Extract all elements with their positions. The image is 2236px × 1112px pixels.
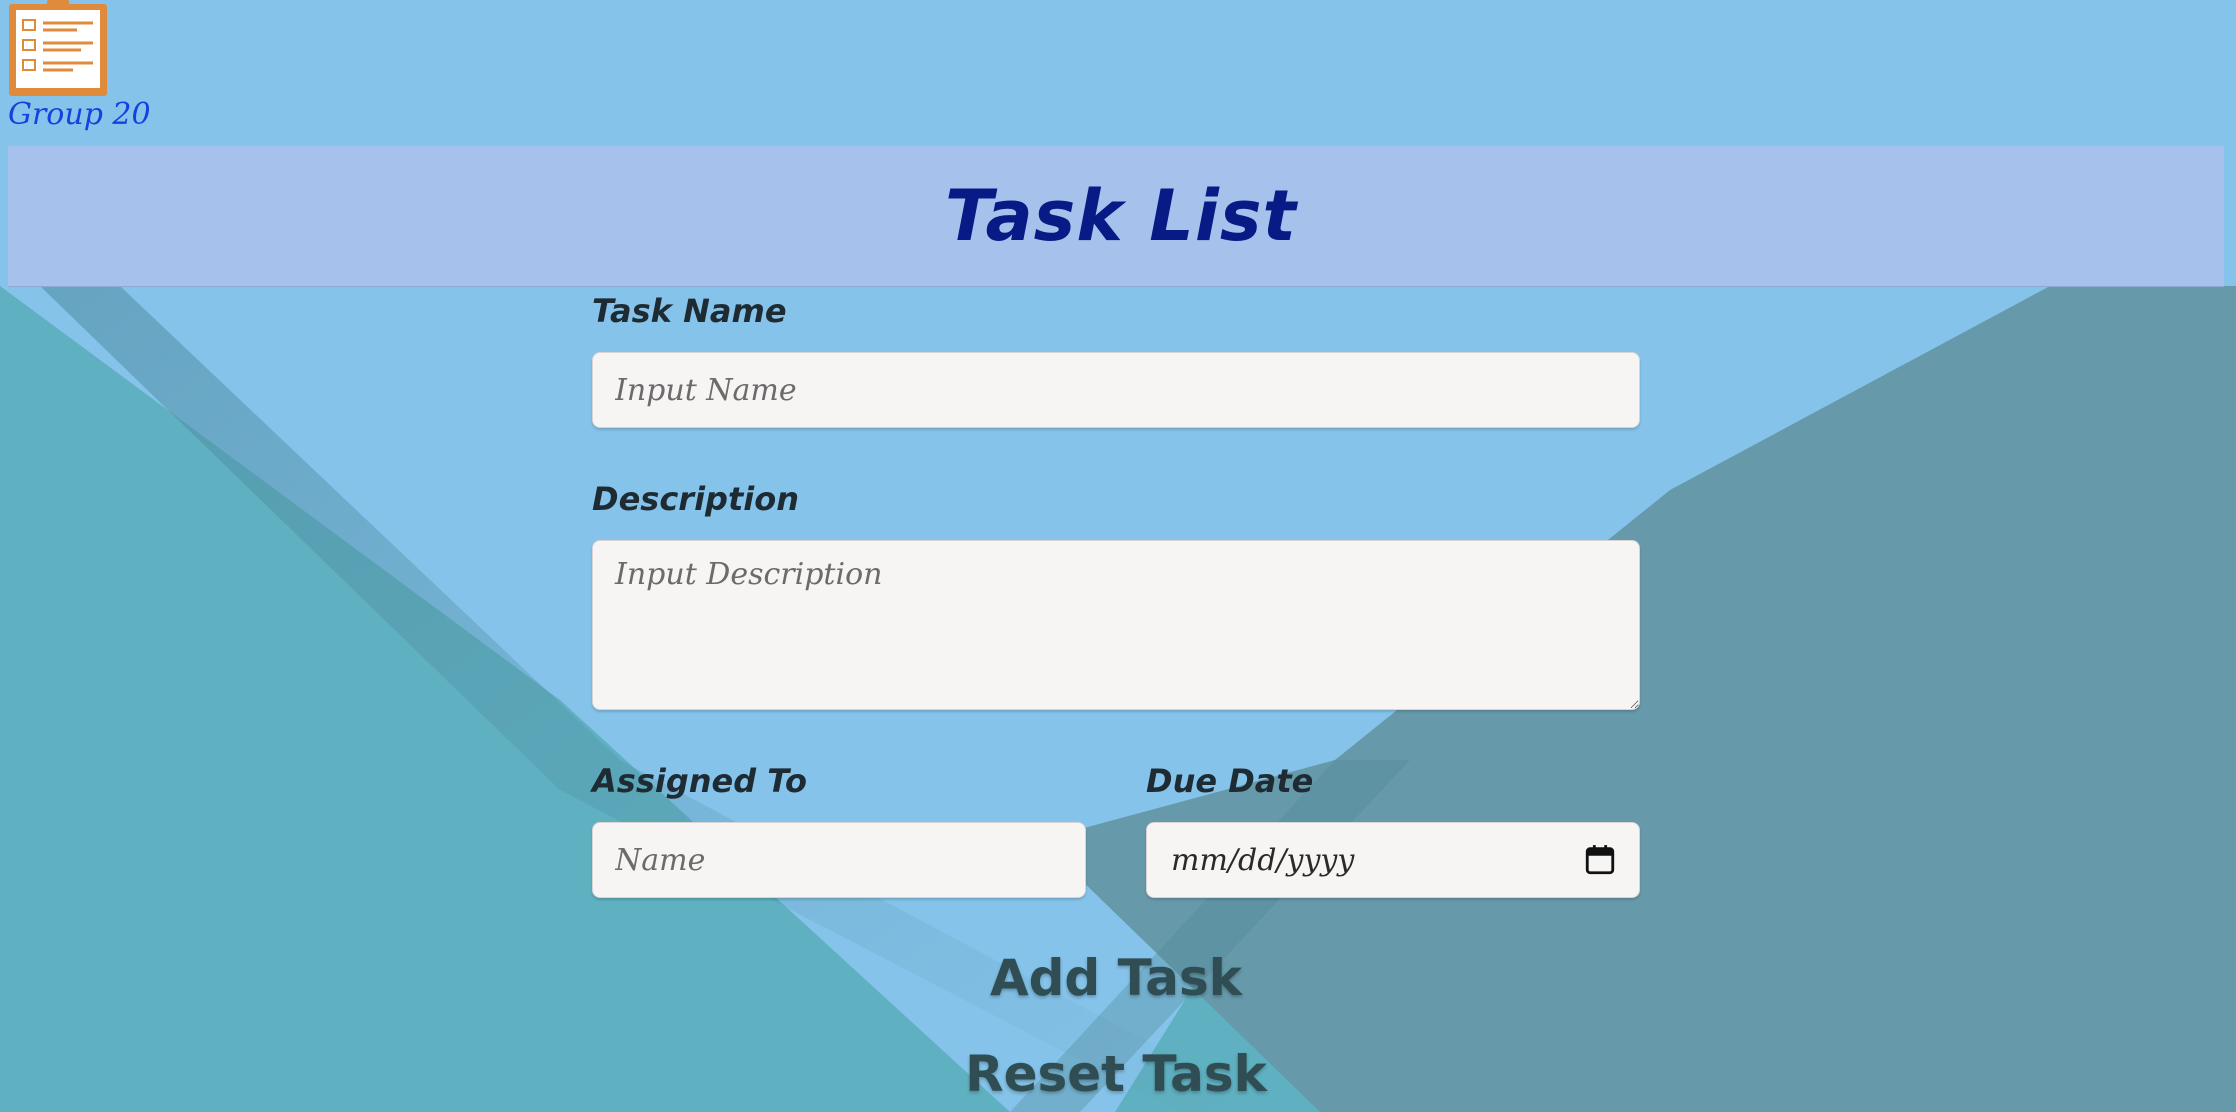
task-name-input[interactable] bbox=[592, 352, 1640, 428]
due-date-input[interactable]: mm/dd/yyyy bbox=[1146, 822, 1640, 898]
task-form: Task Name Description Assigned To Due Da… bbox=[562, 286, 1670, 1103]
calendar-icon[interactable] bbox=[1583, 842, 1617, 878]
assigned-to-label: Assigned To bbox=[592, 762, 807, 800]
reset-task-button[interactable]: Reset Task bbox=[562, 1034, 1670, 1112]
due-date-placeholder: mm/dd/yyyy bbox=[1171, 842, 1355, 878]
due-date-label: Due Date bbox=[1146, 762, 1314, 800]
task-name-label: Task Name bbox=[592, 292, 787, 330]
title-band: Task List bbox=[8, 146, 2224, 287]
page-title: Task List bbox=[945, 175, 1297, 257]
description-textarea[interactable] bbox=[592, 540, 1640, 710]
group-label: Group 20 bbox=[8, 97, 151, 132]
description-label: Description bbox=[592, 480, 799, 518]
brand-area: Group 20 bbox=[0, 0, 2236, 146]
clipboard-checklist-icon bbox=[9, 0, 107, 96]
add-task-button[interactable]: Add Task bbox=[562, 938, 1670, 1018]
assigned-to-input[interactable] bbox=[592, 822, 1086, 898]
